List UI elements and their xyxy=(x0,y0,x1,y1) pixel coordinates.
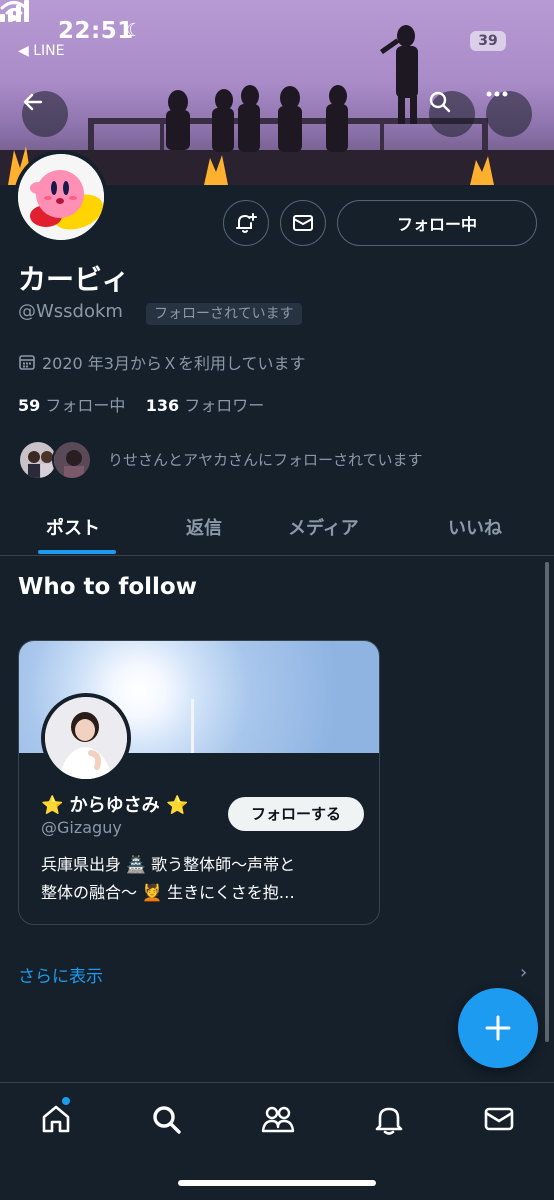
follow-button[interactable]: フォローする xyxy=(228,797,364,831)
followers-link[interactable]: 136 フォロワー xyxy=(146,396,265,415)
more-icon xyxy=(486,91,508,97)
profile-handle: @Wssdokm xyxy=(18,301,123,322)
join-date-text: 2020 年3月からＸを利用しています xyxy=(42,354,306,373)
back-to-app-link[interactable]: ◀ LINE xyxy=(18,43,64,59)
wifi-icon xyxy=(0,1,28,21)
suggested-user-bio: 兵庫県出身 🏯 歌う整体師〜声帯と 整体の融合〜 💆 生きにくさを抱… xyxy=(41,851,361,907)
bell-icon xyxy=(375,1107,403,1135)
notification-add-icon xyxy=(236,213,257,233)
following-count: 59 xyxy=(18,396,41,415)
kirby-avatar-image xyxy=(18,154,104,240)
search-icon xyxy=(153,1106,181,1134)
calendar-icon xyxy=(19,355,35,370)
battery-indicator: 39 xyxy=(470,31,506,51)
suggested-user-photo xyxy=(45,697,127,779)
suggested-user-card[interactable]: ⭐ からゆさみ ⭐ @Gizaguy フォローする 兵庫県出身 🏯 歌う整体師〜… xyxy=(18,640,380,925)
nav-notifications[interactable] xyxy=(369,1099,409,1139)
tab-replies[interactable]: 返信 xyxy=(186,514,222,540)
show-more-link[interactable]: さらに表示 xyxy=(18,962,103,987)
plus-icon xyxy=(485,1015,511,1041)
status-time: 22:51 xyxy=(58,18,134,44)
suggested-user-handle: @Gizaguy xyxy=(41,818,122,837)
home-icon xyxy=(42,1105,70,1133)
chevron-right-icon[interactable]: › xyxy=(520,962,527,983)
home-notification-dot xyxy=(62,1097,70,1105)
profile-tabs: ポスト 返信 メディア いいね xyxy=(0,500,554,556)
bio-line: 兵庫県出身 🏯 歌う整体師〜声帯と xyxy=(41,855,296,874)
tab-media[interactable]: メディア xyxy=(288,514,359,540)
following-link[interactable]: 59 フォロー中 xyxy=(18,396,125,415)
nav-communities[interactable] xyxy=(258,1099,298,1139)
communities-icon xyxy=(261,1106,295,1133)
notifications-subscribe-button[interactable] xyxy=(223,200,269,246)
followers-label: フォロワー xyxy=(184,396,265,415)
mutual-avatar-photo xyxy=(54,442,90,478)
followers-count: 136 xyxy=(145,396,180,415)
suggested-user-name: ⭐ からゆさみ ⭐ xyxy=(41,795,189,816)
join-date: 2020 年3月からＸを利用しています xyxy=(18,350,306,374)
mail-icon xyxy=(484,1107,514,1131)
status-bar: 22:51 ☾ ◀ LINE 39 xyxy=(0,0,554,64)
scrollbar[interactable] xyxy=(545,562,549,1042)
profile-avatar[interactable] xyxy=(14,150,108,244)
following-label: フォロー中 xyxy=(45,396,126,415)
who-to-follow-title: Who to follow xyxy=(18,574,197,600)
search-button[interactable] xyxy=(429,91,475,137)
nav-home[interactable] xyxy=(36,1097,76,1139)
following-button[interactable]: フォロー中 xyxy=(337,200,537,246)
active-tab-indicator xyxy=(38,550,116,554)
compose-post-button[interactable] xyxy=(458,988,538,1068)
more-options-button[interactable] xyxy=(486,91,532,137)
mutual-follower-avatar xyxy=(52,440,92,480)
tab-likes[interactable]: いいね xyxy=(448,514,502,540)
search-icon xyxy=(429,91,451,113)
mutual-followers-text[interactable]: りせさんとアヤカさんにフォローされています xyxy=(108,449,423,470)
profile-name: カービィ xyxy=(18,263,130,296)
back-arrow-icon xyxy=(23,93,43,111)
suggested-user-avatar[interactable] xyxy=(41,693,131,783)
nav-search[interactable] xyxy=(146,1099,186,1139)
tab-posts[interactable]: ポスト xyxy=(46,514,100,540)
message-button[interactable] xyxy=(280,200,326,246)
back-button[interactable] xyxy=(22,91,68,137)
home-indicator xyxy=(178,1180,376,1186)
follow-counts: 59 フォロー中 136 フォロワー xyxy=(18,392,264,416)
mail-icon xyxy=(293,215,313,231)
bio-line: 整体の融合〜 💆 生きにくさを抱… xyxy=(41,883,295,902)
nav-messages[interactable] xyxy=(479,1099,519,1139)
follows-you-badge: フォローされています xyxy=(146,303,302,325)
moon-icon: ☾ xyxy=(126,20,143,41)
